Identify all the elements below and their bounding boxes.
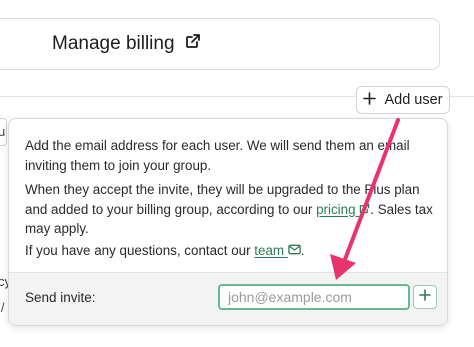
invite-footer: Send invite: [9, 272, 447, 325]
external-link-icon [185, 33, 201, 55]
background-text-fragment: ’/ [0, 300, 5, 315]
add-user-label: Add user [384, 92, 443, 108]
add-user-button[interactable]: Add user [356, 86, 450, 114]
team-link-label: team [254, 243, 285, 258]
upgrade-info-text: When they accept the invite, they will b… [25, 180, 435, 239]
mail-icon [288, 244, 301, 255]
team-link[interactable]: team [254, 243, 301, 258]
instructions-text: Add the email address for each user. We … [25, 138, 410, 173]
external-link-icon [360, 203, 370, 213]
contact-text: If you have any questions, contact our t… [25, 241, 435, 261]
contact-text-start: If you have any questions, contact our [25, 243, 255, 258]
manage-billing-link[interactable]: Manage billing [52, 33, 201, 55]
invite-email-input[interactable] [218, 284, 410, 310]
background-text-fragment: u [0, 124, 6, 139]
plus-icon [363, 91, 377, 109]
contact-text-end: . [300, 243, 305, 258]
plus-icon [419, 288, 431, 306]
send-invite-label: Send invite: [25, 290, 96, 305]
invite-popover: Add the email address for each user. We … [8, 118, 448, 326]
pricing-link[interactable]: pricing [316, 202, 370, 217]
manage-billing-label: Manage billing [52, 33, 175, 54]
send-invite-button[interactable] [413, 285, 437, 309]
pricing-link-label: pricing [316, 201, 356, 217]
